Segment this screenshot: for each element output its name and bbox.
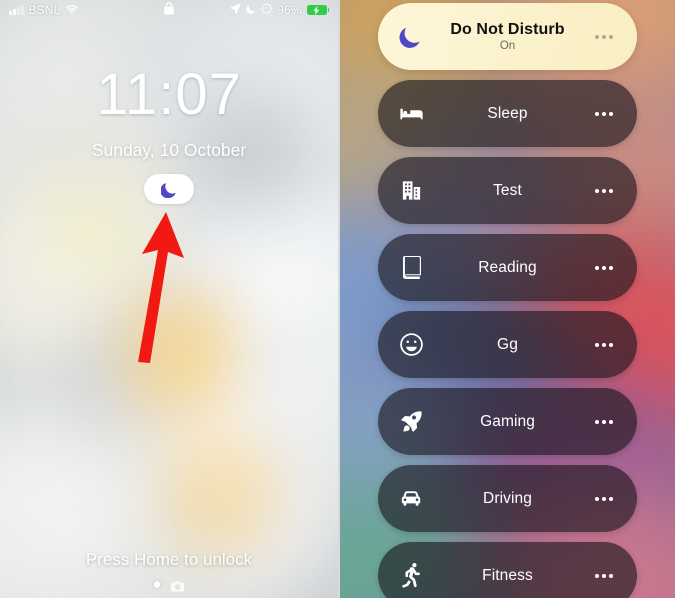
lockscreen-clock-block: 11:07 Sunday, 10 October bbox=[0, 66, 338, 161]
focus-card-gg[interactable]: Gg bbox=[378, 311, 637, 378]
focus-card-title: Sleep bbox=[487, 104, 528, 122]
more-options-icon[interactable] bbox=[591, 496, 617, 501]
focus-card-title: Do Not Disturb bbox=[450, 21, 565, 38]
dnd-indicator-pill[interactable] bbox=[144, 174, 194, 204]
more-options-icon[interactable] bbox=[591, 419, 617, 424]
focus-list-panel: Do Not Disturb On Sleep Test Reading Gg … bbox=[340, 0, 675, 598]
focus-card-text: Sleep bbox=[424, 105, 591, 123]
unlock-hint-label: Press Home to unlock bbox=[85, 550, 253, 569]
car-icon bbox=[398, 486, 424, 512]
page-dot-icon bbox=[153, 581, 161, 588]
more-options-icon[interactable] bbox=[591, 111, 617, 116]
more-options-icon[interactable] bbox=[591, 265, 617, 270]
focus-card-text: Gaming bbox=[424, 413, 591, 431]
focus-card-title: Gg bbox=[497, 335, 518, 353]
running-person-icon bbox=[398, 563, 424, 589]
focus-card-do-not-disturb[interactable]: Do Not Disturb On bbox=[378, 3, 637, 70]
focus-card-text: Driving bbox=[424, 490, 591, 508]
focus-card-subtitle: On bbox=[499, 40, 516, 52]
focus-card-fitness[interactable]: Fitness bbox=[378, 542, 637, 598]
lock-screen-panel: BSNL 96% 11:07 Sunday, 10 October Press … bbox=[0, 0, 338, 598]
focus-card-text: Do Not Disturb On bbox=[424, 21, 591, 52]
location-arrow-icon bbox=[230, 3, 241, 17]
focus-card-text: Gg bbox=[424, 336, 591, 354]
focus-card-text: Reading bbox=[424, 259, 591, 277]
focus-mode-list: Do Not Disturb On Sleep Test Reading Gg … bbox=[340, 3, 675, 598]
focus-card-test[interactable]: Test bbox=[378, 157, 637, 224]
more-options-icon[interactable] bbox=[591, 573, 617, 578]
focus-card-text: Fitness bbox=[424, 567, 591, 585]
clock-date: Sunday, 10 October bbox=[91, 140, 247, 160]
camera-icon[interactable] bbox=[171, 579, 185, 592]
crescent-moon-icon bbox=[398, 24, 424, 50]
wifi-icon bbox=[65, 4, 78, 17]
focus-card-title: Gaming bbox=[480, 412, 535, 430]
lock-icon bbox=[164, 2, 174, 18]
focus-card-driving[interactable]: Driving bbox=[378, 465, 637, 532]
clock-time: 11:07 bbox=[96, 62, 242, 127]
crescent-moon-icon bbox=[246, 3, 256, 17]
comparison-screenshot: BSNL 96% 11:07 Sunday, 10 October Press … bbox=[0, 0, 675, 598]
bed-icon bbox=[398, 101, 424, 127]
focus-card-title: Reading bbox=[478, 258, 537, 276]
focus-card-reading[interactable]: Reading bbox=[378, 234, 637, 301]
focus-card-text: Test bbox=[424, 182, 591, 200]
lockscreen-bottom-row bbox=[0, 579, 338, 592]
rocket-icon bbox=[398, 409, 424, 435]
more-options-icon[interactable] bbox=[591, 188, 617, 193]
crescent-moon-icon bbox=[159, 181, 178, 198]
office-building-icon bbox=[398, 178, 424, 204]
book-icon bbox=[398, 255, 424, 281]
carrier-label: BSNL bbox=[28, 3, 61, 17]
focus-card-title: Test bbox=[493, 181, 522, 199]
more-options-icon[interactable] bbox=[591, 342, 617, 347]
more-options-icon[interactable] bbox=[591, 34, 617, 39]
status-bar: BSNL 96% bbox=[0, 0, 338, 20]
focus-card-sleep[interactable]: Sleep bbox=[378, 80, 637, 147]
focus-card-title: Fitness bbox=[482, 566, 533, 584]
battery-charging-icon bbox=[306, 5, 329, 15]
focus-card-title: Driving bbox=[483, 489, 532, 507]
rotation-lock-icon bbox=[261, 3, 272, 17]
focus-card-gaming[interactable]: Gaming bbox=[378, 388, 637, 455]
smiley-face-icon bbox=[398, 332, 424, 358]
cellular-signal-icon bbox=[9, 5, 24, 15]
battery-percent-label: 96% bbox=[277, 3, 302, 17]
